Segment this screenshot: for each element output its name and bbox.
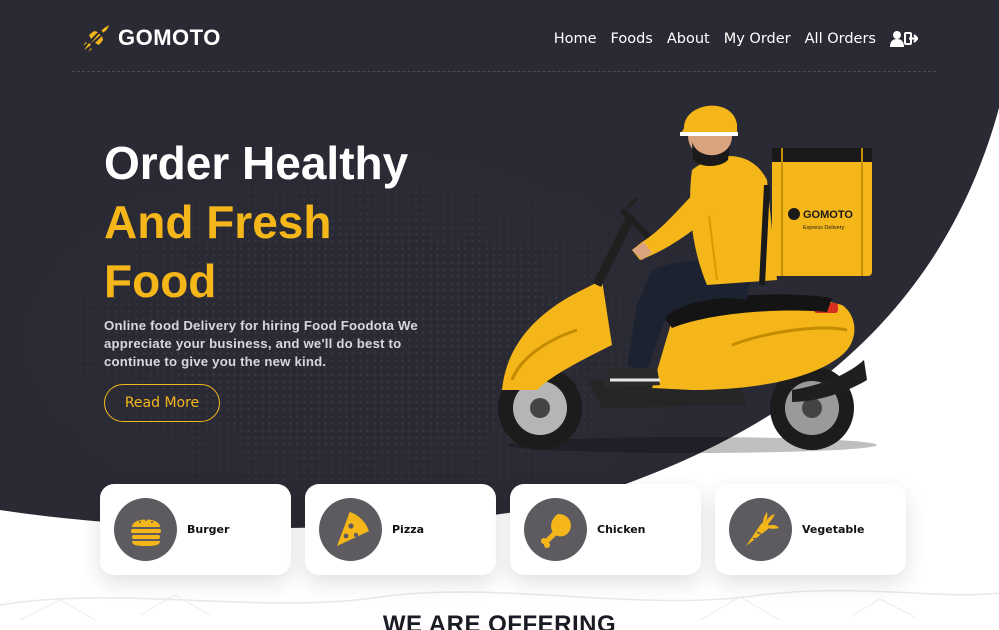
nav-all-orders[interactable]: All Orders — [805, 31, 876, 47]
category-card-vegetable[interactable]: Vegetable — [715, 484, 906, 575]
category-label: Chicken — [597, 523, 646, 536]
pizza-icon — [336, 511, 369, 546]
chicken-icon — [540, 513, 571, 548]
section-title: WE ARE OFFERING — [382, 611, 617, 630]
carrot-icon — [745, 511, 779, 546]
category-card-burger[interactable]: Burger — [100, 484, 291, 575]
user-logout-icon[interactable] — [890, 30, 918, 48]
category-icon-circle — [319, 498, 382, 561]
category-icon-circle — [729, 498, 792, 561]
category-icon-circle — [524, 498, 587, 561]
read-more-button[interactable]: Read More — [104, 384, 220, 422]
nav-foods[interactable]: Foods — [611, 31, 653, 47]
headline-line-2: And Fresh — [104, 196, 332, 248]
rocket-icon — [83, 25, 109, 52]
category-cards: Burger Pizza Chicken Vegetable — [100, 484, 906, 575]
nav-home[interactable]: Home — [554, 31, 597, 47]
category-card-chicken[interactable]: Chicken — [510, 484, 701, 575]
headline-line-3: Food — [104, 255, 217, 307]
nav-menu: Home Foods About My Order All Orders — [554, 30, 918, 48]
category-icon-circle — [114, 498, 177, 561]
category-label: Vegetable — [802, 523, 865, 536]
hero-headline: Order Healthy And Fresh Food — [104, 134, 408, 311]
bag-tagline-text: Express Delivery — [803, 225, 845, 231]
nav-about[interactable]: About — [667, 31, 710, 47]
category-label: Pizza — [392, 523, 425, 536]
category-card-pizza[interactable]: Pizza — [305, 484, 496, 575]
category-label: Burger — [187, 523, 230, 536]
nav-my-order[interactable]: My Order — [724, 31, 791, 47]
burger-icon — [130, 518, 161, 546]
top-navbar: GOMOTO Home Foods About My Order All Ord… — [72, 0, 936, 72]
hero-description: Online food Delivery for hiring Food Foo… — [104, 318, 418, 369]
bag-brand-text: GOMOTO — [803, 209, 853, 221]
headline-line-1: Order Healthy — [104, 137, 409, 189]
brand-logo[interactable]: GOMOTO — [80, 22, 221, 54]
delivery-scooter-image: GOMOTO Express Delivery — [498, 105, 877, 453]
brand-name: GOMOTO — [118, 25, 221, 50]
